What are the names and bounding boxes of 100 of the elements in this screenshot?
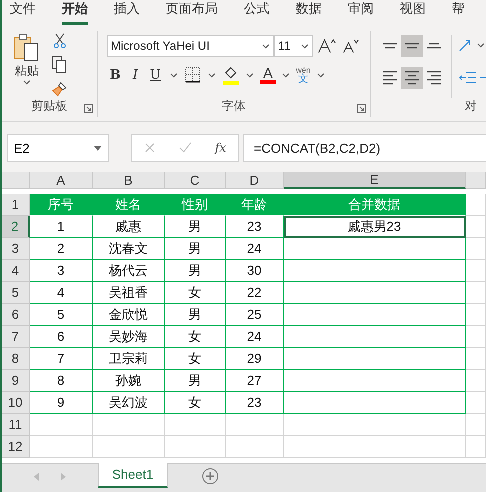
table-cell[interactable]: 23 (226, 392, 284, 414)
table-cell[interactable]: 吴妙海 (93, 326, 165, 348)
sheet-tab[interactable]: Sheet1 (98, 463, 168, 488)
table-cell[interactable]: 卫宗莉 (93, 348, 165, 370)
table-cell[interactable] (284, 238, 466, 260)
table-cell[interactable]: 27 (226, 370, 284, 392)
paintbrush-icon[interactable] (52, 81, 68, 97)
table-cell[interactable] (226, 436, 284, 458)
table-cell[interactable] (284, 436, 466, 458)
table-cell[interactable] (284, 326, 466, 348)
row-header[interactable]: 2 (2, 216, 30, 238)
table-cell[interactable] (466, 348, 486, 370)
column-header[interactable] (466, 172, 486, 189)
table-cell[interactable] (466, 370, 486, 392)
column-header[interactable]: D (226, 172, 284, 189)
insert-function-button[interactable]: fx (215, 141, 226, 155)
column-header[interactable]: B (93, 172, 165, 189)
formula-field[interactable]: =CONCAT(B2,C2,D2) (243, 134, 486, 162)
underline-button[interactable]: U (147, 68, 164, 82)
bold-button[interactable]: B (107, 68, 124, 82)
table-cell[interactable] (284, 414, 466, 436)
table-cell[interactable]: 女 (165, 348, 226, 370)
table-cell[interactable]: 沈春文 (93, 238, 165, 260)
table-cell[interactable] (284, 260, 466, 282)
table-cell[interactable]: 女 (165, 282, 226, 304)
row-header[interactable]: 4 (2, 260, 30, 282)
table-cell[interactable]: 24 (226, 326, 284, 348)
table-cell[interactable]: 1 (30, 216, 93, 238)
table-cell[interactable]: 戚惠 (93, 216, 165, 238)
copy-icon[interactable] (52, 56, 68, 74)
table-cell[interactable] (466, 260, 486, 282)
table-cell[interactable] (466, 414, 486, 436)
table-cell[interactable]: 男 (165, 216, 226, 238)
table-cell[interactable] (93, 436, 165, 458)
select-all-corner[interactable] (2, 172, 30, 189)
add-sheet-icon[interactable] (202, 468, 219, 485)
dialog-launcher-icon[interactable] (357, 104, 366, 113)
paste-label[interactable]: 粘贴 (15, 63, 39, 80)
table-cell[interactable]: 吴幻波 (93, 392, 165, 414)
row-header[interactable]: 10 (2, 392, 30, 414)
table-cell[interactable]: 女 (165, 392, 226, 414)
dialog-launcher-icon[interactable] (84, 104, 93, 113)
cancel-icon[interactable] (144, 142, 156, 154)
font-name-field[interactable]: Microsoft YaHei UI (107, 35, 274, 57)
table-cell[interactable] (284, 370, 466, 392)
menu-tab[interactable]: 视图 (400, 0, 426, 25)
table-cell[interactable]: 22 (226, 282, 284, 304)
table-cell[interactable]: 30 (226, 260, 284, 282)
table-cell[interactable] (466, 216, 486, 238)
column-header[interactable]: C (165, 172, 226, 189)
menu-tab[interactable]: 帮 (452, 0, 465, 25)
menu-tab[interactable]: 公式 (244, 0, 270, 25)
table-cell[interactable] (284, 348, 466, 370)
align-button[interactable] (401, 67, 423, 89)
table-cell[interactable]: 5 (30, 304, 93, 326)
row-header[interactable]: 7 (2, 326, 30, 348)
align-button[interactable] (401, 35, 423, 57)
column-header[interactable]: E (284, 172, 466, 189)
table-cell[interactable]: 25 (226, 304, 284, 326)
menu-tab[interactable]: 页面布局 (166, 0, 218, 25)
table-cell[interactable]: 孙婉 (93, 370, 165, 392)
check-icon[interactable] (178, 142, 192, 154)
table-cell[interactable] (165, 436, 226, 458)
table-cell[interactable] (226, 414, 284, 436)
table-cell[interactable] (466, 238, 486, 260)
table-cell[interactable]: 金欣悦 (93, 304, 165, 326)
table-cell[interactable] (466, 194, 486, 216)
menu-tab[interactable]: 插入 (114, 0, 140, 25)
table-cell[interactable]: 男 (165, 370, 226, 392)
column-header[interactable]: A (30, 172, 93, 189)
row-header[interactable]: 1 (2, 194, 30, 216)
fill-color-icon[interactable] (222, 65, 240, 85)
table-cell[interactable]: 29 (226, 348, 284, 370)
table-cell[interactable] (466, 326, 486, 348)
table-cell[interactable]: 9 (30, 392, 93, 414)
table-cell[interactable]: 女 (165, 326, 226, 348)
table-cell[interactable]: 2 (30, 238, 93, 260)
table-cell[interactable]: 7 (30, 348, 93, 370)
italic-button[interactable]: I (130, 68, 142, 82)
table-cell[interactable] (93, 414, 165, 436)
row-header[interactable]: 12 (2, 436, 30, 458)
table-cell[interactable]: 戚惠男23 (284, 216, 466, 238)
row-header[interactable]: 9 (2, 370, 30, 392)
table-cell[interactable]: 8 (30, 370, 93, 392)
scroll-left-icon[interactable] (34, 473, 40, 481)
table-cell[interactable] (165, 414, 226, 436)
menu-tab[interactable]: 审阅 (348, 0, 374, 25)
table-cell[interactable] (284, 304, 466, 326)
scissors-icon[interactable] (53, 33, 67, 49)
table-cell[interactable]: 4 (30, 282, 93, 304)
phonetic-button[interactable]: wén 文 (296, 66, 311, 84)
name-box[interactable]: E2 (7, 134, 109, 162)
row-header[interactable]: 8 (2, 348, 30, 370)
table-cell[interactable]: 杨代云 (93, 260, 165, 282)
table-cell[interactable]: 6 (30, 326, 93, 348)
menu-tab[interactable]: 文件 (10, 0, 36, 25)
table-cell[interactable]: 24 (226, 238, 284, 260)
row-header[interactable]: 6 (2, 304, 30, 326)
font-size-field[interactable]: 11 (274, 35, 314, 57)
scroll-right-icon[interactable] (60, 473, 66, 481)
